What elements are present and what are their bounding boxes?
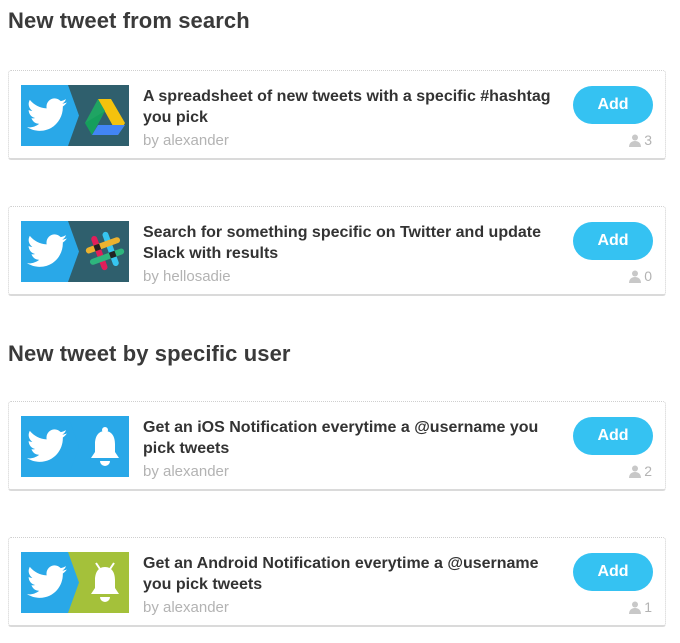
twitter-icon [21,85,79,146]
recipe-card[interactable]: Get an iOS Notification everytime a @use… [8,401,666,491]
add-button[interactable]: Add [573,553,653,591]
user-icon [629,601,642,614]
recipe-author[interactable]: by hellosadie [143,268,231,285]
recipe-author[interactable]: by alexander [143,132,229,149]
usage-count: 2 [629,463,652,479]
user-icon [629,465,642,478]
section-title-search: New tweet from search [8,8,250,33]
usage-count-value: 3 [644,132,652,148]
recipe-icons [21,221,129,282]
usage-count-value: 1 [644,599,652,615]
twitter-icon [21,221,79,282]
recipe-title[interactable]: Search for something specific on Twitter… [143,222,563,264]
twitter-icon [21,552,79,613]
add-button[interactable]: Add [573,222,653,260]
usage-count-value: 2 [644,463,652,479]
usage-count: 3 [629,132,652,148]
user-icon [629,270,642,283]
recipe-title[interactable]: Get an iOS Notification everytime a @use… [143,417,563,459]
usage-count-value: 0 [644,268,652,284]
recipe-card[interactable]: Get an Android Notification everytime a … [8,537,666,627]
recipe-card[interactable]: A spreadsheet of new tweets with a speci… [8,70,666,160]
recipe-author[interactable]: by alexander [143,463,229,480]
usage-count: 1 [629,599,652,615]
add-button[interactable]: Add [573,86,653,124]
recipe-title[interactable]: A spreadsheet of new tweets with a speci… [143,86,563,128]
section-title-user: New tweet by specific user [8,341,291,366]
recipe-icons [21,416,129,477]
recipe-icons [21,552,129,613]
recipe-author[interactable]: by alexander [143,599,229,616]
user-icon [629,134,642,147]
recipe-card[interactable]: Search for something specific on Twitter… [8,206,666,296]
twitter-icon [21,416,79,477]
usage-count: 0 [629,268,652,284]
add-button[interactable]: Add [573,417,653,455]
recipe-title[interactable]: Get an Android Notification everytime a … [143,553,563,595]
recipe-icons [21,85,129,146]
